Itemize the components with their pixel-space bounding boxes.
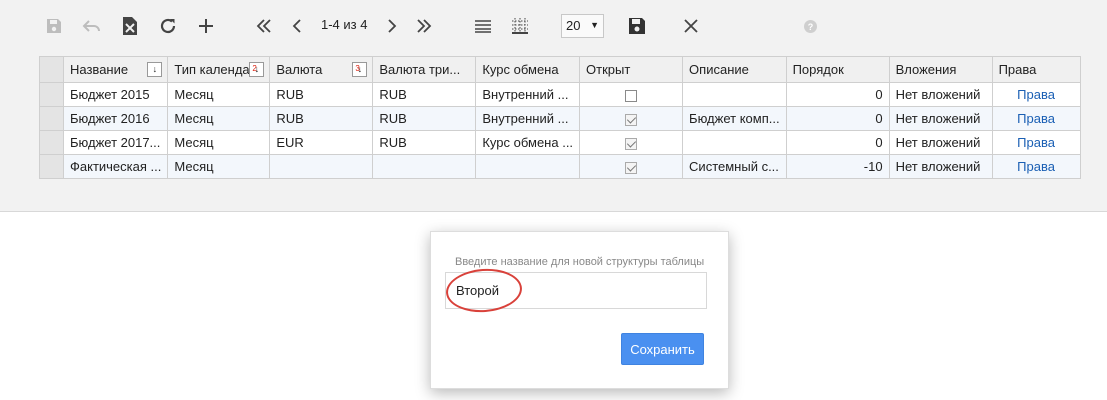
- rights-link[interactable]: Права: [991, 130, 1081, 155]
- row-selector[interactable]: [39, 154, 64, 179]
- toolbar: 1-4 из 4 20 ▼ ?: [0, 0, 1107, 52]
- cell-attachments[interactable]: Нет вложений: [888, 106, 993, 131]
- cell-name[interactable]: Бюджет 2016: [62, 106, 169, 131]
- next-page-icon[interactable]: [378, 10, 406, 42]
- save-button[interactable]: Сохранить: [621, 333, 704, 365]
- cell-name[interactable]: Фактическая ...: [62, 154, 169, 179]
- cell-order[interactable]: 0: [785, 82, 890, 107]
- new-structure-dialog: Введите название для новой структуры таб…: [430, 231, 729, 389]
- cell-description[interactable]: Системный с...: [682, 154, 787, 179]
- table-row[interactable]: Бюджет 2015 Месяц RUB RUB Внутренний ...…: [39, 82, 1081, 107]
- cell-order[interactable]: -10: [785, 154, 890, 179]
- cell-description[interactable]: [682, 130, 787, 155]
- column-header-currency[interactable]: Валюта 3 ↓: [269, 56, 374, 83]
- add-icon[interactable]: [192, 10, 220, 42]
- column-header-name[interactable]: Название ↓: [62, 56, 169, 83]
- sort-icon[interactable]: ↓: [147, 62, 163, 77]
- dialog-label: Введите название для новой структуры таб…: [455, 256, 705, 268]
- rights-link[interactable]: Права: [991, 154, 1081, 179]
- cell-open[interactable]: [579, 82, 684, 107]
- grid-panel: 1-4 из 4 20 ▼ ? Название ↓ Тип календа 2…: [0, 0, 1107, 212]
- cell-calendar[interactable]: Месяц: [167, 154, 271, 179]
- close-icon[interactable]: [677, 10, 705, 42]
- last-page-icon[interactable]: [410, 10, 438, 42]
- list-view-icon[interactable]: [469, 10, 497, 42]
- cell-currency-tri[interactable]: RUB: [372, 130, 477, 155]
- cell-currency[interactable]: EUR: [269, 130, 374, 155]
- save-layout-icon[interactable]: [623, 10, 651, 42]
- delete-file-icon[interactable]: [116, 10, 144, 42]
- column-header-rate[interactable]: Курс обмена: [475, 56, 581, 83]
- cell-name[interactable]: Бюджет 2015: [62, 82, 169, 107]
- select-all-cell[interactable]: [39, 56, 64, 83]
- svg-text:?: ?: [807, 22, 813, 32]
- page-size-select[interactable]: 20 ▼: [561, 14, 604, 38]
- row-selector[interactable]: [39, 82, 64, 107]
- cell-calendar[interactable]: Месяц: [167, 130, 271, 155]
- header-row: Название ↓ Тип календа 2 ↓ Валюта 3 ↓ Валюта …: [39, 56, 1081, 83]
- column-header-order[interactable]: Порядок: [785, 56, 890, 83]
- cell-attachments[interactable]: Нет вложений: [888, 154, 993, 179]
- column-header-calendar[interactable]: Тип календа 2 ↓: [167, 56, 271, 83]
- table-row[interactable]: Бюджет 2016 Месяц RUB RUB Внутренний ...…: [39, 106, 1081, 131]
- first-page-icon[interactable]: [250, 10, 278, 42]
- column-header-open[interactable]: Открыт: [579, 56, 684, 83]
- table-row[interactable]: Бюджет 2017... Месяц EUR RUB Курс обмена…: [39, 130, 1081, 155]
- data-grid: Название ↓ Тип календа 2 ↓ Валюта 3 ↓ Валюта …: [39, 56, 1081, 179]
- cell-order[interactable]: 0: [785, 106, 890, 131]
- cell-currency[interactable]: [269, 154, 374, 179]
- chevron-down-icon: ▼: [590, 20, 599, 30]
- cell-currency-tri[interactable]: RUB: [372, 106, 477, 131]
- column-header-currency-tri[interactable]: Валюта три...: [372, 56, 477, 83]
- cell-currency-tri[interactable]: RUB: [372, 82, 477, 107]
- cell-open[interactable]: [579, 130, 684, 155]
- cell-attachments[interactable]: Нет вложений: [888, 130, 993, 155]
- cell-name[interactable]: Бюджет 2017...: [62, 130, 169, 155]
- rights-link[interactable]: Права: [991, 106, 1081, 131]
- cell-rate[interactable]: Внутренний ...: [475, 82, 581, 107]
- rights-link[interactable]: Права: [991, 82, 1081, 107]
- cell-open[interactable]: [579, 154, 684, 179]
- column-header-attachments[interactable]: Вложения: [888, 56, 993, 83]
- row-selector[interactable]: [39, 106, 64, 131]
- cell-rate[interactable]: Внутренний ...: [475, 106, 581, 131]
- cell-calendar[interactable]: Месяц: [167, 106, 271, 131]
- sort-icon[interactable]: 3 ↓: [352, 62, 368, 77]
- page-info: 1-4 из 4: [321, 17, 368, 32]
- row-selector[interactable]: [39, 130, 64, 155]
- cell-description[interactable]: Бюджет комп...: [682, 106, 787, 131]
- cell-rate[interactable]: [475, 154, 581, 179]
- open-checkbox[interactable]: [625, 161, 638, 174]
- cell-order[interactable]: 0: [785, 130, 890, 155]
- column-header-description[interactable]: Описание: [682, 56, 787, 83]
- cell-attachments[interactable]: Нет вложений: [888, 82, 993, 107]
- save-icon[interactable]: [40, 10, 68, 42]
- open-checkbox[interactable]: [625, 137, 638, 150]
- undo-icon[interactable]: [78, 10, 106, 42]
- page-size-value: 20: [566, 18, 581, 33]
- open-checkbox[interactable]: [625, 113, 638, 126]
- cell-currency[interactable]: RUB: [269, 82, 374, 107]
- table-row[interactable]: Фактическая ... Месяц Системный с... -10…: [39, 154, 1081, 179]
- grid-view-icon[interactable]: [506, 10, 534, 42]
- cell-calendar[interactable]: Месяц: [167, 82, 271, 107]
- open-checkbox[interactable]: [625, 89, 638, 102]
- cell-currency[interactable]: RUB: [269, 106, 374, 131]
- column-header-rights[interactable]: Права: [991, 56, 1081, 83]
- cell-currency-tri[interactable]: [372, 154, 477, 179]
- refresh-icon[interactable]: [154, 10, 182, 42]
- cell-description[interactable]: [682, 82, 787, 107]
- cell-rate[interactable]: Курс обмена ...: [475, 130, 581, 155]
- cell-open[interactable]: [579, 106, 684, 131]
- structure-name-input[interactable]: [445, 272, 707, 309]
- help-icon[interactable]: ?: [796, 10, 824, 42]
- prev-page-icon[interactable]: [283, 10, 311, 42]
- sort-icon[interactable]: 2 ↓: [249, 62, 265, 77]
